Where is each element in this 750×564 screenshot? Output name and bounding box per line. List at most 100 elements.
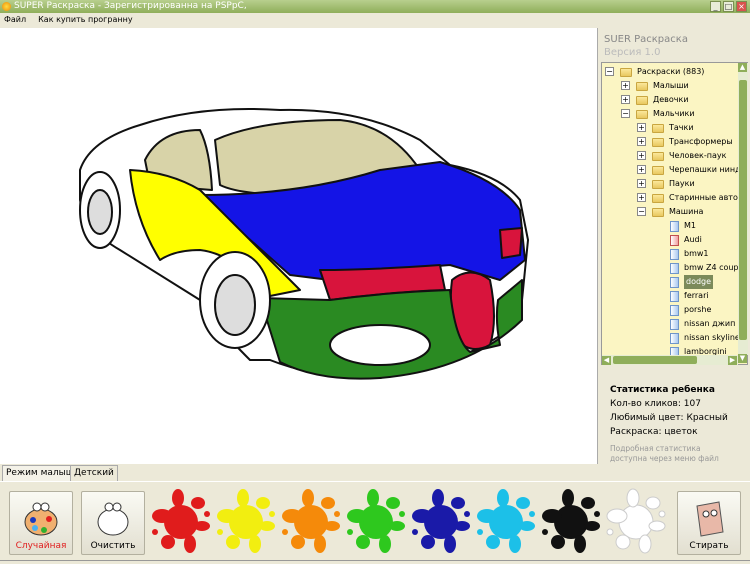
folder-icon: [652, 180, 664, 189]
expand-icon[interactable]: +: [637, 179, 646, 188]
category-tree[interactable]: − Раскраски (883) + Малыши + Девочки − Мальчики…: [601, 62, 748, 365]
stats-favorite-color: Любимый цвет: Красный: [610, 413, 728, 423]
folder-icon: [636, 110, 648, 119]
tree-item-label: Девочки: [653, 95, 689, 104]
folder-icon: [652, 124, 664, 133]
palette-icon: [24, 502, 58, 536]
folder-icon: [620, 68, 632, 77]
file-icon: [670, 249, 679, 260]
coloring-canvas[interactable]: [0, 28, 598, 464]
tree-item-label: Черепашки ниндзя: [669, 165, 748, 174]
tree-horizontal-thumb[interactable]: [613, 356, 697, 364]
scroll-up-button[interactable]: ▲: [738, 63, 747, 72]
color-splat-0[interactable]: [150, 488, 212, 556]
folder-icon: [636, 82, 648, 91]
stats-heading: Статистика ребенка: [610, 385, 715, 395]
tree-item-label: Пауки: [669, 179, 695, 188]
tree-item-label: M1: [684, 221, 696, 230]
color-splat-7[interactable]: [605, 488, 667, 556]
tree-item-label: Малыши: [653, 81, 689, 90]
tree-item-label: nissan skyline: [684, 333, 740, 342]
expand-icon[interactable]: +: [637, 137, 646, 146]
clear-button[interactable]: Очистить: [81, 491, 145, 555]
erase-label: Стирать: [689, 541, 729, 551]
expand-icon[interactable]: +: [637, 151, 646, 160]
menu-file[interactable]: Файл: [4, 15, 26, 24]
color-splat-3[interactable]: [345, 488, 407, 556]
folder-icon: [652, 208, 664, 217]
color-toolbar: Случайная Очистить Стирать: [0, 481, 750, 561]
tree-item-label: Мальчики: [653, 109, 695, 118]
folder-icon: [652, 152, 664, 161]
tree-vertical-thumb[interactable]: [739, 80, 747, 340]
file-icon: [670, 235, 679, 246]
maximize-button[interactable]: □: [723, 1, 734, 12]
clear-label: Очистить: [90, 541, 136, 551]
file-icon: [670, 221, 679, 232]
tree-item-label: dodge: [684, 275, 714, 289]
tree-item-label: Тачки: [669, 123, 694, 132]
file-icon: [670, 291, 679, 302]
stats-coloring: Раскраска: цветок: [610, 427, 698, 437]
expand-icon[interactable]: +: [637, 193, 646, 202]
app-version: Версия 1.0: [604, 47, 661, 58]
tab-baby-mode[interactable]: Режим малыш: [2, 465, 78, 481]
tree-item-label: Трансформеры: [669, 137, 733, 146]
collapse-icon[interactable]: −: [637, 207, 646, 216]
eraser-icon: [696, 501, 724, 537]
app-info: SUER Раскраска Версия 1.0: [604, 33, 688, 59]
window-title: SUPER Раскраска - Зарегистрированна на P…: [14, 1, 247, 11]
scroll-down-button[interactable]: ▼: [738, 354, 747, 363]
collapse-icon[interactable]: −: [605, 67, 614, 76]
blank-palette-icon: [97, 502, 129, 536]
scroll-right-button[interactable]: ▶: [728, 356, 737, 365]
random-label: Случайная: [15, 541, 67, 551]
stats-note-line2: доступна через меню файл: [610, 454, 719, 463]
scroll-left-button[interactable]: ◀: [602, 356, 611, 365]
random-button[interactable]: Случайная: [9, 491, 73, 555]
tree-item-label: nissan джип: [684, 319, 736, 328]
app-icon: [2, 2, 11, 11]
tab-kids-mode[interactable]: Детский: [70, 465, 118, 481]
color-splat-4[interactable]: [410, 488, 472, 556]
folder-icon: [652, 166, 664, 175]
color-splat-5[interactable]: [475, 488, 537, 556]
title-bar: SUPER Раскраска - Зарегистрированна на P…: [0, 0, 750, 13]
tree-item-label: bmw1: [684, 249, 709, 258]
car-light-right: [499, 227, 523, 259]
tree-item-label: Audi: [684, 235, 702, 244]
folder-icon: [652, 194, 664, 203]
close-button[interactable]: ×: [736, 1, 747, 12]
menu-how-to-buy[interactable]: Как купить програнну: [38, 15, 132, 24]
stats-clicks: Кол-во кликов: 107: [610, 399, 701, 409]
file-icon: [670, 305, 679, 316]
collapse-icon[interactable]: −: [621, 109, 630, 118]
file-icon: [670, 319, 679, 330]
file-icon: [670, 277, 679, 288]
stats-note-line1: Подробная статистика: [610, 444, 701, 453]
tree-item-label: Раскраски (883): [637, 67, 705, 76]
menu-bar: Файл Как купить програнну: [0, 13, 750, 27]
tree-item-label: bmw Z4 coupe: [684, 263, 744, 272]
folder-icon: [652, 138, 664, 147]
color-splat-2[interactable]: [280, 488, 342, 556]
tree-item-label: porshe: [684, 305, 712, 314]
color-splat-6[interactable]: [540, 488, 602, 556]
car-intake: [329, 324, 431, 366]
car-picture[interactable]: [0, 28, 598, 464]
tree-item-label: Человек-паук: [669, 151, 727, 160]
expand-icon[interactable]: +: [621, 81, 630, 90]
child-stats: Статистика ребенка Кол-во кликов: 107 Лю…: [610, 383, 728, 464]
file-icon: [670, 263, 679, 274]
expand-icon[interactable]: +: [621, 95, 630, 104]
tree-item-label: ferrari: [684, 291, 709, 300]
tree-item-label: Старинные автомоби: [669, 193, 747, 202]
tree-item-label: Машина: [669, 207, 704, 216]
file-icon: [670, 333, 679, 344]
color-splat-1[interactable]: [215, 488, 277, 556]
minimize-button[interactable]: _: [710, 1, 721, 12]
expand-icon[interactable]: +: [637, 123, 646, 132]
erase-button[interactable]: Стирать: [677, 491, 741, 555]
expand-icon[interactable]: +: [637, 165, 646, 174]
folder-icon: [636, 96, 648, 105]
